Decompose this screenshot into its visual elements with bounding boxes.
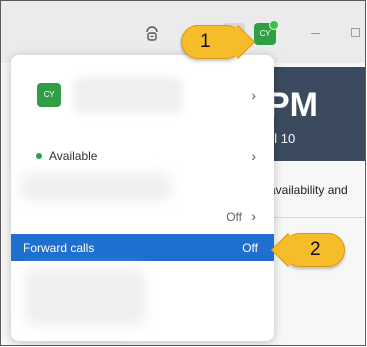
chevron-right-icon: › [251, 148, 256, 164]
off-value: Off [226, 210, 242, 224]
menu-item-status[interactable]: Available › [11, 145, 274, 169]
callout-1: 1 [181, 25, 255, 59]
redacted-name [73, 77, 183, 113]
profile-menu: CY › Available › Off › Forward calls Off [11, 55, 274, 341]
avatar-initials: CY [259, 29, 271, 38]
callout-2: 2 [271, 233, 345, 267]
callout-number: 1 [200, 31, 211, 52]
background-divider [261, 217, 365, 218]
presence-dot [269, 20, 279, 30]
menu-avatar: CY [37, 83, 61, 107]
maximize-icon[interactable] [351, 28, 360, 37]
status-label: Available [49, 149, 98, 163]
redacted-row [25, 269, 145, 325]
background-text: availability and [269, 183, 348, 197]
app-window: PM ril 10 availability and CY CY › Avail… [0, 0, 366, 346]
menu-item-off-setting[interactable]: Off › [11, 205, 274, 229]
forward-calls-label: Forward calls [23, 241, 95, 255]
menu-item-profile[interactable]: CY › [11, 77, 274, 127]
minimize-icon[interactable] [311, 33, 320, 34]
menu-item-forward-calls[interactable]: Forward calls Off [11, 234, 274, 261]
chevron-right-icon: › [251, 208, 256, 224]
chevron-right-icon: › [251, 87, 256, 103]
redacted-row [21, 173, 171, 201]
banner-time: PM [267, 86, 318, 124]
forward-calls-value: Off [242, 241, 258, 255]
callout-number: 2 [310, 239, 321, 260]
headset-gateway-icon[interactable] [145, 24, 159, 42]
profile-avatar-button[interactable]: CY [254, 20, 279, 45]
available-status-icon [36, 153, 42, 159]
